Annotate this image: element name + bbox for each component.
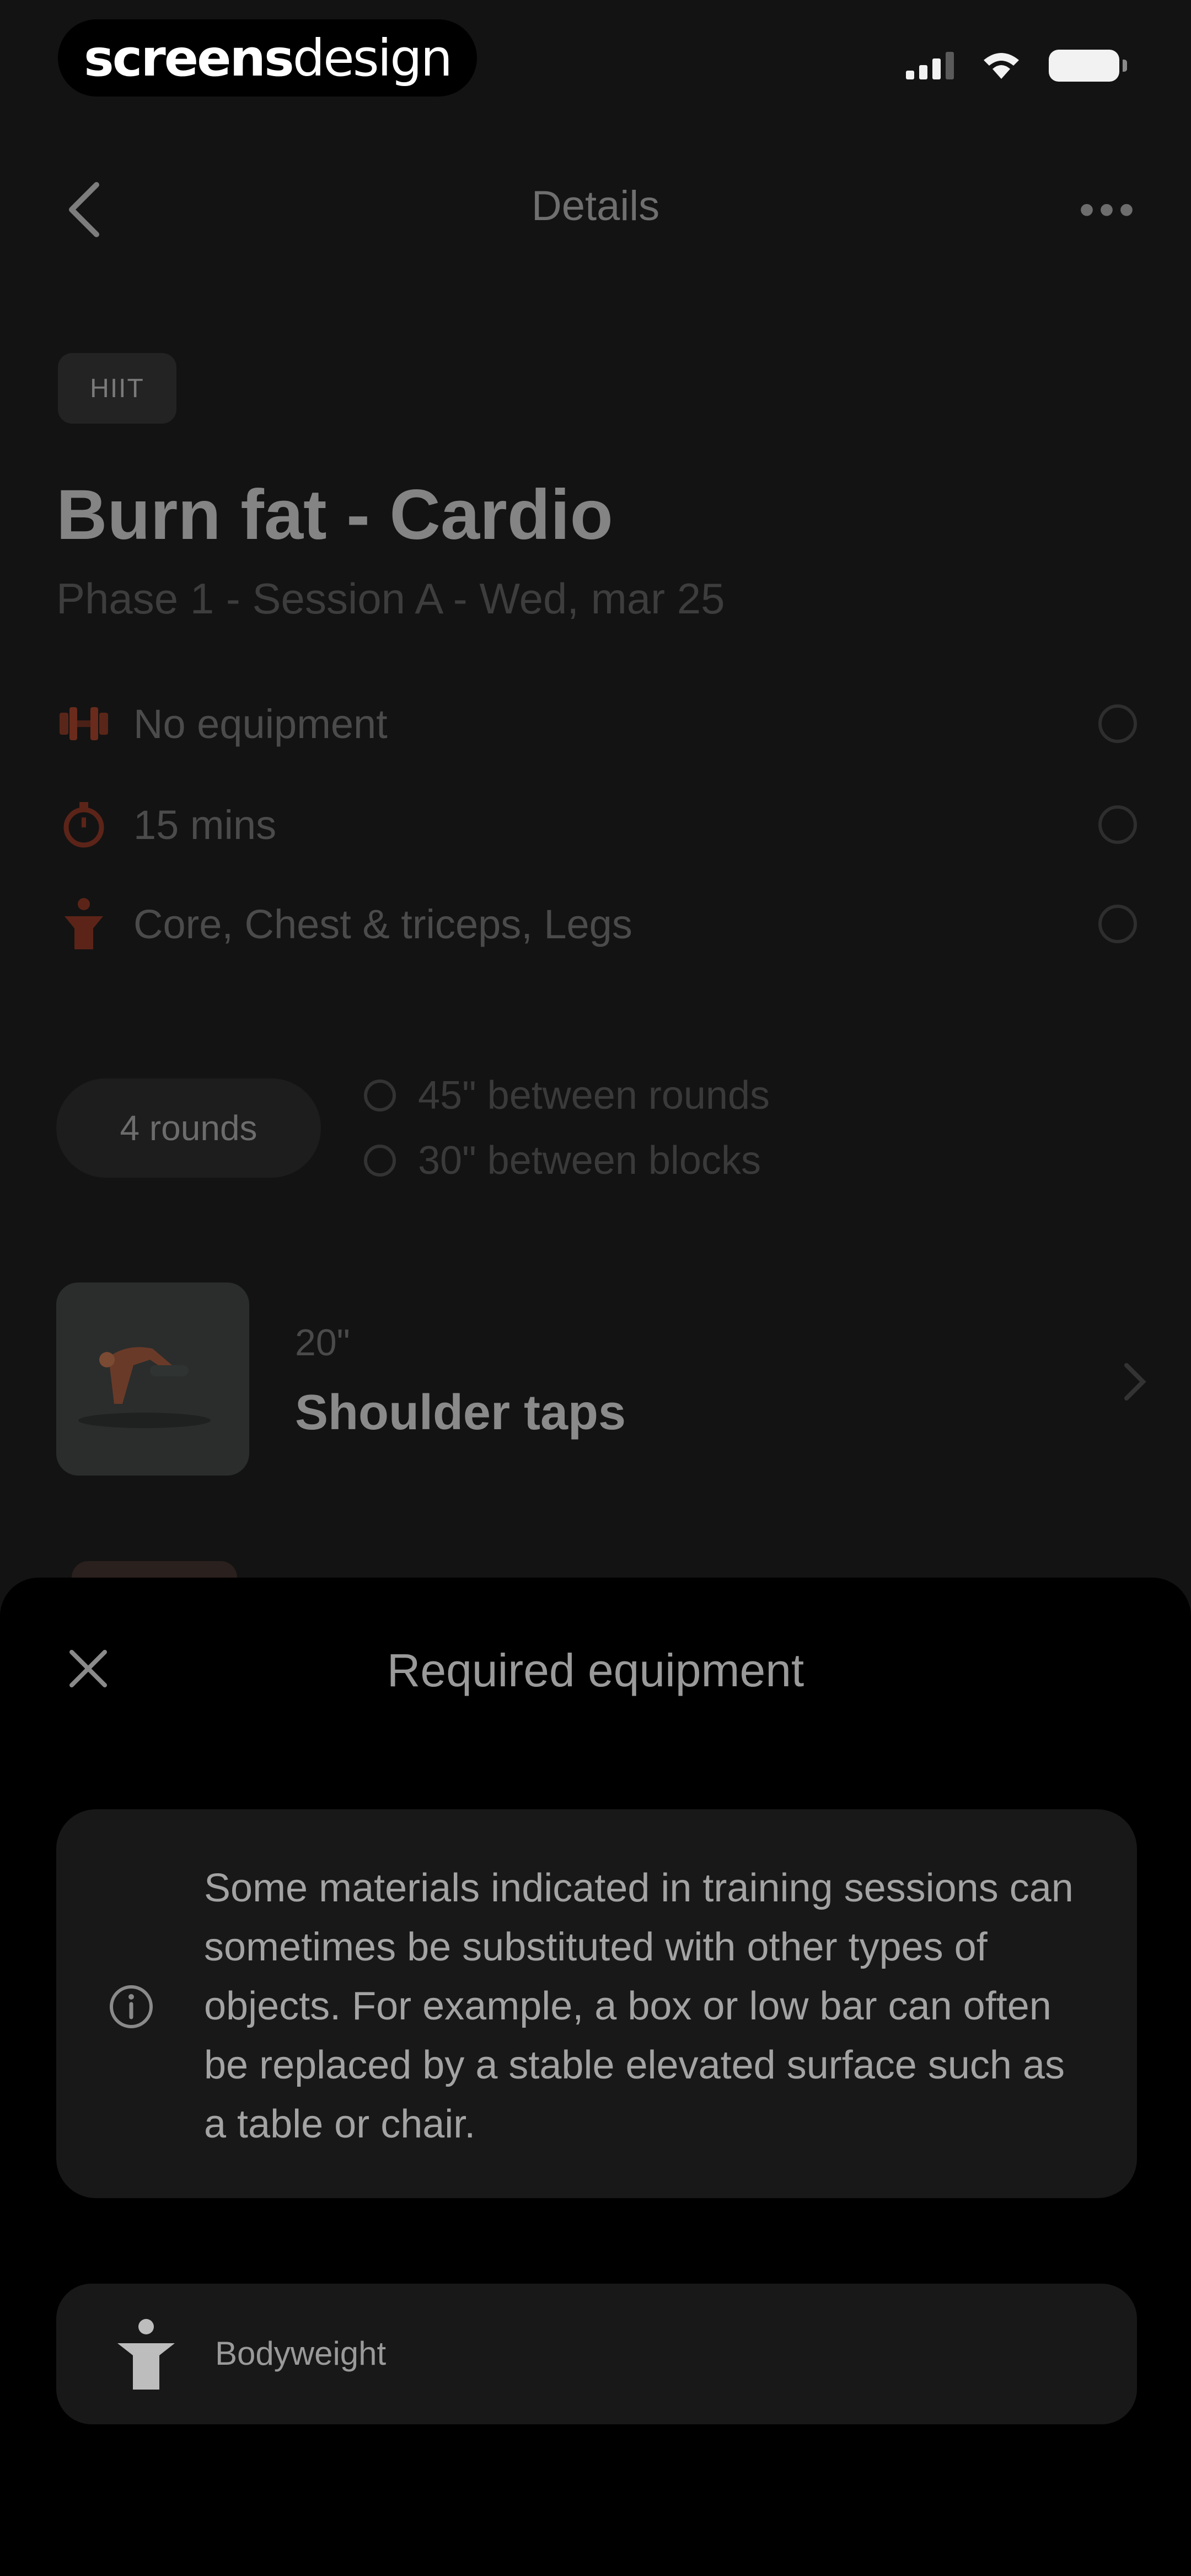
- info-text-muscles: Core, Chest & triceps, Legs: [133, 901, 632, 947]
- rest-text: 30" between blocks: [418, 1139, 761, 1183]
- rest-between-rounds: 45" between rounds: [364, 1073, 770, 1118]
- rounds-badge: 4 rounds: [56, 1078, 321, 1178]
- chevron-right-icon[interactable]: [1117, 1357, 1150, 1407]
- sheet-title: Required equipment: [387, 1644, 804, 1696]
- info-circle-icon: [1098, 905, 1137, 943]
- info-text-equipment: No equipment: [133, 701, 388, 747]
- rest-between-blocks: 30" between blocks: [364, 1138, 761, 1183]
- more-options-button[interactable]: •••: [1079, 188, 1139, 232]
- equipment-item-label: Bodyweight: [215, 2335, 387, 2372]
- page-header-title: Details: [531, 183, 660, 229]
- clock-icon: [364, 1079, 396, 1111]
- workout-title: Burn fat - Cardio: [56, 475, 613, 554]
- brand-part-1: screens: [84, 28, 294, 88]
- exercise-name[interactable]: Shoulder taps: [295, 1385, 626, 1441]
- more-horizontal-icon: •••: [1079, 185, 1139, 234]
- exercise-duration: 20": [295, 1322, 350, 1364]
- exercise-figure-image: [78, 1347, 211, 1428]
- cellular-signal-icon: [906, 52, 954, 79]
- status-bar: screens design: [0, 0, 1191, 127]
- equipment-icon: [56, 696, 111, 751]
- info-text-duration: 15 mins: [133, 801, 277, 848]
- info-row-equipment[interactable]: No equipment: [56, 693, 1137, 754]
- bodyweight-icon: [117, 2319, 175, 2390]
- battery-icon: [1049, 50, 1127, 82]
- info-circle-icon: [1098, 805, 1137, 844]
- brand-part-2: design: [292, 28, 453, 88]
- clock-icon: [364, 1145, 396, 1177]
- brand-watermark: screens design: [58, 19, 477, 97]
- workout-tag: HIIT: [58, 353, 176, 424]
- timer-icon: [56, 797, 111, 852]
- wifi-icon: [984, 53, 1019, 79]
- info-row-duration[interactable]: 15 mins: [56, 794, 1137, 855]
- workout-subtitle: Phase 1 - Session A - Wed, mar 25: [56, 574, 725, 623]
- info-icon: [110, 1985, 153, 2028]
- status-icons: [906, 50, 1127, 82]
- info-circle-icon: [1098, 704, 1137, 743]
- body-muscle-icon: [56, 896, 111, 952]
- info-card-text: Some materials indicated in training ses…: [204, 1866, 1074, 2146]
- exercise-thumbnail[interactable]: [56, 1282, 249, 1476]
- info-row-muscles[interactable]: Core, Chest & triceps, Legs: [56, 894, 1137, 954]
- rest-text: 45" between rounds: [418, 1073, 770, 1118]
